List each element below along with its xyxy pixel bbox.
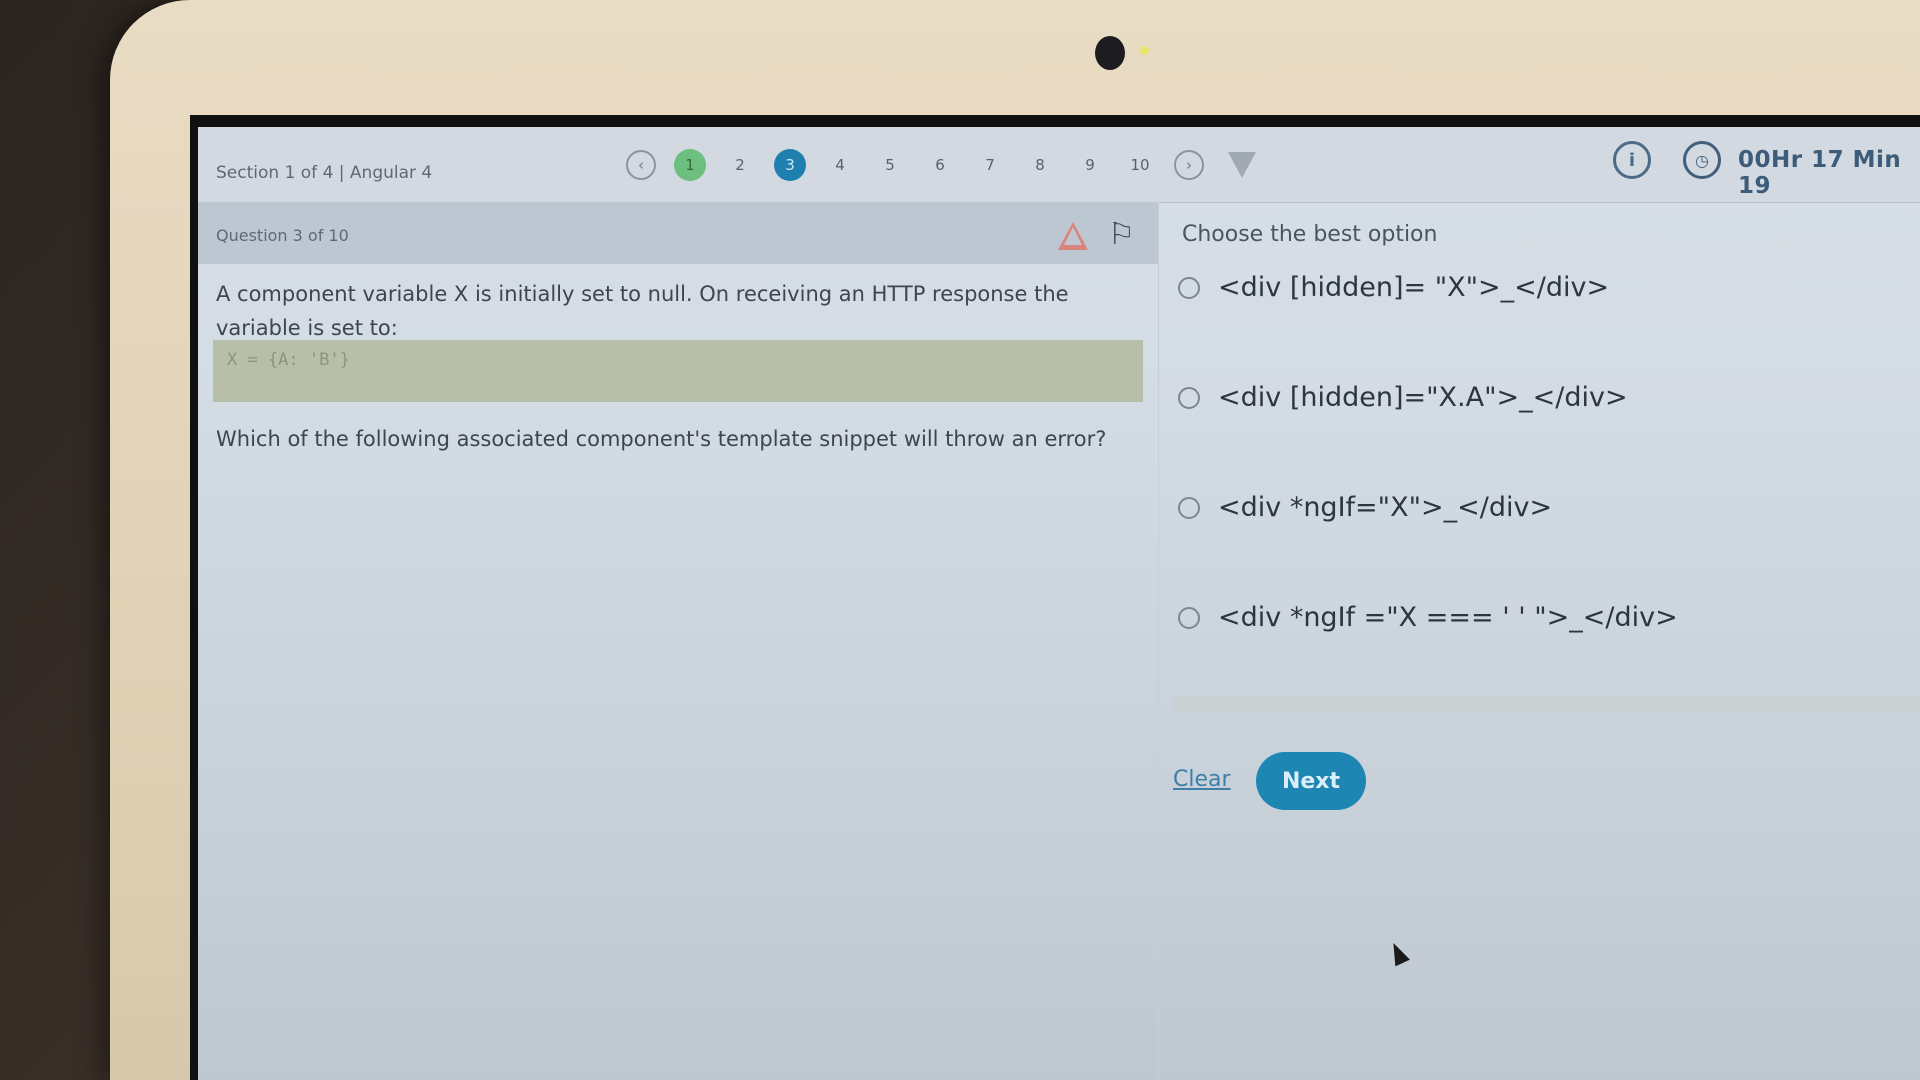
test-page: Section 1 of 4 | Angular 4 ‹ 1 2 3 4 5 6… — [198, 127, 1920, 1080]
option-2-radio[interactable] — [1178, 386, 1200, 409]
option-2[interactable]: <div [hidden]="X.A">_</div> — [1178, 382, 1628, 413]
info-icon[interactable]: i — [1613, 141, 1651, 179]
filter-icon[interactable] — [1228, 152, 1256, 178]
question-number-7[interactable]: 7 — [974, 149, 1006, 181]
question-number-5[interactable]: 5 — [874, 149, 906, 181]
option-3[interactable]: <div *ngIf="X">_</div> — [1178, 492, 1552, 523]
question-text: A component variable X is initially set … — [216, 282, 1069, 340]
question-header: Question 3 of 10 ⚐ — [198, 202, 1158, 264]
question-number-10[interactable]: 10 — [1124, 149, 1156, 181]
timer-display: 00Hr 17 Min 19 — [1738, 147, 1902, 199]
question-number-1[interactable]: 1 — [674, 149, 706, 181]
question-number-6[interactable]: 6 — [924, 149, 956, 181]
option-4-radio[interactable] — [1178, 606, 1200, 629]
flag-icon[interactable]: ⚐ — [1108, 220, 1135, 250]
panel-divider — [1158, 202, 1159, 1080]
option-3-radio[interactable] — [1178, 496, 1200, 519]
question-navigator: ‹ 1 2 3 4 5 6 7 8 9 10 › — [626, 149, 1256, 181]
option-1-label[interactable]: <div [hidden]= "X">_</div> — [1218, 272, 1609, 303]
option-4-label[interactable]: <div *ngIf ="X === ' ' ">_</div> — [1218, 602, 1678, 633]
next-question-arrow[interactable]: › — [1174, 150, 1204, 180]
option-1[interactable]: <div [hidden]= "X">_</div> — [1178, 272, 1609, 303]
options-separator — [1173, 697, 1920, 711]
laptop-screen: Section 1 of 4 | Angular 4 ‹ 1 2 3 4 5 6… — [190, 115, 1920, 1080]
question-prompt: Which of the following associated compon… — [216, 427, 1107, 451]
code-snippet: X = {A: 'B'} — [213, 340, 1143, 402]
option-1-radio[interactable] — [1178, 276, 1200, 299]
option-2-label[interactable]: <div [hidden]="X.A">_</div> — [1218, 382, 1628, 413]
question-number-9[interactable]: 9 — [1074, 149, 1106, 181]
option-3-label[interactable]: <div *ngIf="X">_</div> — [1218, 492, 1552, 523]
warning-icon[interactable] — [1058, 222, 1088, 250]
question-number-2[interactable]: 2 — [724, 149, 756, 181]
webcam — [1095, 36, 1125, 70]
clear-button[interactable]: Clear — [1173, 767, 1231, 792]
top-navigation-bar: Section 1 of 4 | Angular 4 ‹ 1 2 3 4 5 6… — [198, 127, 1920, 203]
question-number-3[interactable]: 3 — [774, 149, 806, 181]
webcam-led — [1140, 46, 1149, 55]
option-4[interactable]: <div *ngIf ="X === ' ' ">_</div> — [1178, 602, 1678, 633]
question-counter: Question 3 of 10 — [216, 226, 349, 245]
question-number-4[interactable]: 4 — [824, 149, 856, 181]
section-label: Section 1 of 4 | Angular 4 — [216, 163, 433, 183]
question-number-8[interactable]: 8 — [1024, 149, 1056, 181]
mouse-cursor-icon — [1386, 939, 1410, 967]
options-heading: Choose the best option — [1182, 222, 1438, 247]
stopwatch-icon: ◷ — [1683, 141, 1721, 179]
prev-question-button[interactable]: ‹ — [626, 150, 656, 180]
next-button[interactable]: Next — [1256, 752, 1366, 810]
